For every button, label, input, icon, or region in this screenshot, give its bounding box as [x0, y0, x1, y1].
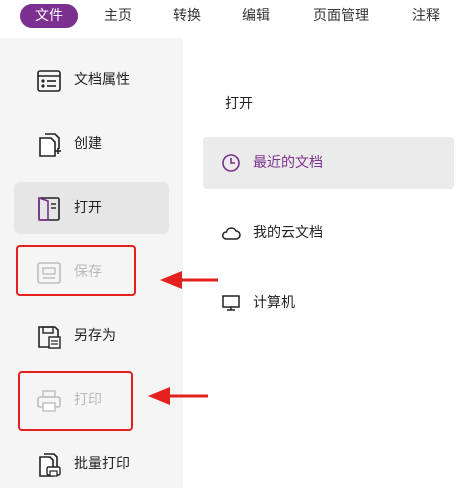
place-label: 计算机 — [253, 295, 295, 311]
annotation-box-print — [18, 371, 133, 431]
annotation-box-save — [16, 245, 136, 296]
cloud-icon — [222, 227, 241, 240]
create-document-icon — [39, 133, 61, 157]
sidebar-item-create[interactable]: 创建 — [14, 118, 169, 170]
place-label: 最近的文档 — [253, 155, 323, 171]
tab-annotate[interactable]: 注释 — [404, 4, 448, 28]
annotation-arrow-print — [148, 387, 208, 405]
sidebar-item-batch-print[interactable]: 批量打印 — [14, 438, 169, 490]
tab-edit[interactable]: 编辑 — [234, 4, 278, 28]
place-my-cloud-documents[interactable]: 我的云文档 — [203, 207, 454, 259]
place-label: 我的云文档 — [253, 225, 323, 241]
sidebar-item-label: 批量打印 — [74, 456, 130, 472]
tab-page-management[interactable]: 页面管理 — [303, 4, 379, 28]
sidebar-item-label: 创建 — [74, 136, 102, 152]
tab-home[interactable]: 主页 — [96, 4, 140, 28]
sidebar-item-save-as[interactable]: 另存为 — [14, 310, 169, 362]
sidebar-item-label: 打开 — [74, 200, 102, 216]
tab-convert[interactable]: 转换 — [165, 4, 209, 28]
open-panel-title: 打开 — [225, 96, 253, 112]
sidebar-item-label: 文档属性 — [74, 72, 130, 88]
annotation-arrow-save — [160, 271, 218, 289]
save-as-icon — [38, 326, 61, 349]
menu-bar: 文件 主页 转换 编辑 页面管理 注释 — [0, 0, 466, 34]
document-properties-icon — [37, 70, 61, 92]
place-computer[interactable]: 计算机 — [203, 277, 454, 329]
computer-icon — [222, 295, 240, 311]
batch-print-icon — [39, 453, 61, 477]
sidebar-item-document-properties[interactable]: 文档属性 — [14, 54, 169, 106]
sidebar-item-label: 另存为 — [74, 328, 116, 344]
sidebar-item-open[interactable]: 打开 — [14, 182, 169, 234]
open-book-icon — [38, 196, 60, 221]
place-recent-documents[interactable]: 最近的文档 — [203, 137, 454, 189]
tab-file[interactable]: 文件 — [20, 4, 78, 28]
clock-icon — [222, 154, 240, 172]
